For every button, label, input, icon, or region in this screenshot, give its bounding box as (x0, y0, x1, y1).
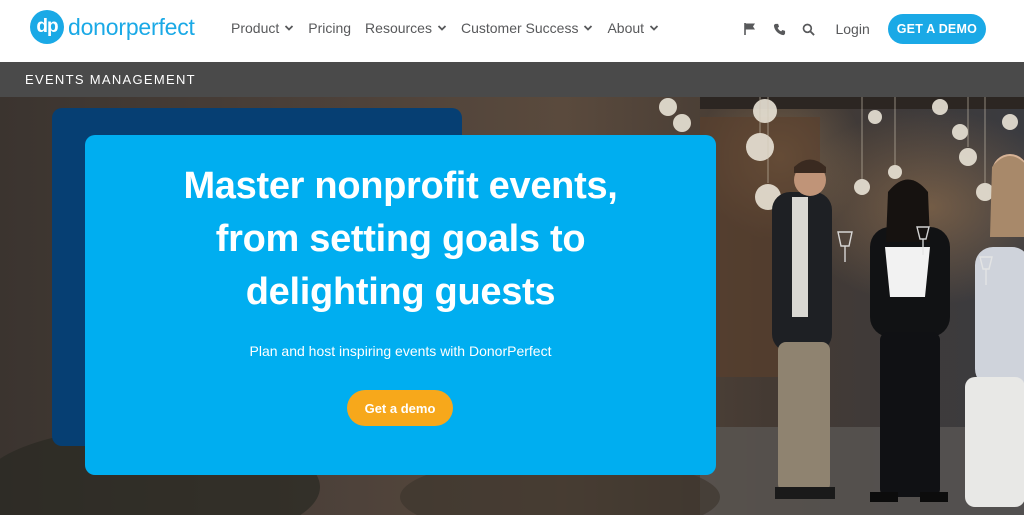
menu-item-about[interactable]: About (607, 18, 659, 38)
menu-item-label: Customer Success (460, 20, 579, 36)
hero-headline-line: delighting guests (245, 271, 556, 313)
get-a-demo-button[interactable]: GET A DEMO (887, 14, 986, 44)
chevron-down-icon (284, 23, 294, 33)
logo-text: donorperfect (68, 13, 195, 40)
menu-item-resources[interactable]: Resources (365, 18, 447, 38)
menu-item-pricing[interactable]: Pricing (308, 18, 351, 38)
section-title: EVENTS MANAGEMENT (25, 72, 196, 87)
phone-icon[interactable] (766, 15, 792, 43)
menu-item-label: About (607, 20, 645, 36)
hero-headline-line: Master nonprofit events, (183, 165, 618, 207)
logo-mark: dp (30, 10, 64, 44)
menu-item-customer-success[interactable]: Customer Success (461, 18, 593, 38)
menu-item-label: Resources (365, 20, 432, 36)
login-link[interactable]: Login (835, 21, 869, 37)
chevron-down-icon (583, 23, 593, 33)
search-icon[interactable] (795, 15, 821, 43)
menu-item-label: Product (231, 20, 280, 36)
chevron-down-icon (437, 23, 447, 33)
hero-headline: Master nonprofit events, from setting go… (85, 160, 716, 319)
header-tools: Login GET A DEMO (734, 14, 986, 44)
menu-item-label: Pricing (308, 20, 352, 36)
donorperfect-logo[interactable]: dp donorperfect (30, 10, 195, 44)
main-menu: Product Pricing Resources Customer Succe… (231, 18, 673, 38)
top-navigation: dp donorperfect Product Pricing Resource… (0, 0, 1024, 62)
menu-item-product[interactable]: Product (231, 18, 294, 38)
hero-subheadline: Plan and host inspiring events with Dono… (249, 343, 552, 359)
flag-icon[interactable] (737, 15, 763, 43)
hero-headline-line: from setting goals to (215, 218, 586, 260)
chevron-down-icon (649, 23, 659, 33)
get-a-demo-cta-button[interactable]: Get a demo (347, 390, 453, 426)
section-bar: EVENTS MANAGEMENT (0, 62, 1024, 97)
